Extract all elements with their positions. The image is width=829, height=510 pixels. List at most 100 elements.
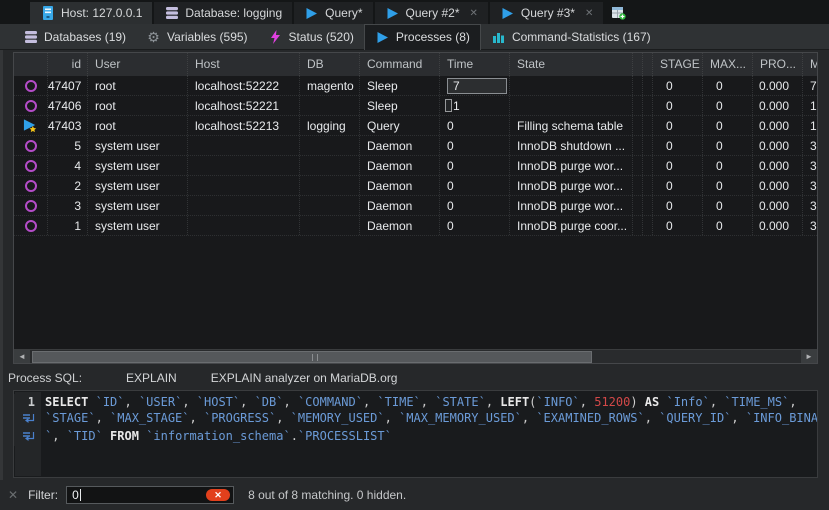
column-header-id[interactable]: id bbox=[48, 53, 88, 76]
cell-stage: 0 bbox=[653, 76, 703, 95]
top-tab-label: Host: 127.0.0.1 bbox=[61, 6, 142, 20]
cell-n2 bbox=[643, 156, 653, 175]
column-header-time[interactable]: Time bbox=[440, 53, 510, 76]
column-header-mem[interactable]: M... bbox=[803, 53, 818, 76]
cell-time: 0 bbox=[440, 156, 510, 175]
cell-max_stage: 0 bbox=[703, 176, 753, 195]
sub-tab[interactable]: Command-Statistics (167) bbox=[481, 24, 661, 50]
cell-db bbox=[300, 216, 360, 235]
table-row[interactable]: 47403rootlocalhost:52213loggingQuery0Fil… bbox=[14, 116, 817, 136]
sql-text[interactable]: SELECT `ID`, `USER`, `HOST`, `DB`, `COMM… bbox=[40, 394, 797, 410]
lightning-icon bbox=[268, 29, 283, 44]
new-query-icon bbox=[611, 6, 626, 21]
cell-command: Daemon bbox=[360, 136, 440, 155]
filter-value: 0 bbox=[72, 488, 79, 502]
table-row[interactable]: 5system userDaemon0InnoDB shutdown ...00… bbox=[14, 136, 817, 156]
cell-time: 0 bbox=[440, 136, 510, 155]
cell-stage: 0 bbox=[653, 196, 703, 215]
cell-n2 bbox=[643, 116, 653, 135]
column-header-n1[interactable] bbox=[633, 53, 643, 76]
scroll-left-arrow[interactable]: ◄ bbox=[14, 350, 30, 363]
cell-max_stage: 0 bbox=[703, 136, 753, 155]
column-header-label: Host bbox=[195, 57, 220, 71]
sub-tab[interactable]: ⚙Variables (595) bbox=[136, 24, 257, 50]
column-header-icon[interactable] bbox=[14, 53, 48, 76]
sub-tab-bar: Databases (19)⚙Variables (595)Status (52… bbox=[0, 24, 829, 50]
close-tab-icon[interactable]: ✕ bbox=[470, 8, 478, 19]
column-header-user[interactable]: User bbox=[88, 53, 188, 76]
top-tab[interactable]: Query* bbox=[294, 2, 372, 24]
sql-panel-toolbar: Process SQL: EXPLAIN EXPLAIN analyzer on… bbox=[0, 366, 829, 390]
cell-user: root bbox=[88, 116, 188, 135]
process-circle-icon bbox=[23, 138, 38, 153]
sub-tab-label: Command-Statistics (167) bbox=[512, 30, 651, 44]
table-row[interactable]: 47406rootlocalhost:52221Sleep1000.0001 bbox=[14, 96, 817, 116]
table-row[interactable]: 4system userDaemon0InnoDB purge wor...00… bbox=[14, 156, 817, 176]
time-cell-editor[interactable]: 7 bbox=[447, 78, 507, 94]
cell-command: Daemon bbox=[360, 216, 440, 235]
sub-tab[interactable]: Status (520) bbox=[258, 24, 364, 50]
top-tab[interactable]: Query #3*✕ bbox=[490, 2, 603, 24]
top-tab[interactable]: Database: logging bbox=[154, 2, 292, 24]
column-header-command[interactable]: Command bbox=[360, 53, 440, 76]
column-header-host[interactable]: Host bbox=[188, 53, 300, 76]
current-process-icon bbox=[23, 118, 38, 133]
sql-text[interactable]: `STAGE`, `MAX_STAGE`, `PROGRESS`, `MEMOR… bbox=[40, 410, 818, 428]
sql-text[interactable]: `, `TID` FROM `information_schema`.`PROC… bbox=[40, 428, 392, 446]
cell-command: Daemon bbox=[360, 156, 440, 175]
cell-db bbox=[300, 156, 360, 175]
cell-n1 bbox=[633, 96, 643, 115]
column-header-stage[interactable]: STAGE bbox=[653, 53, 703, 76]
close-filter-icon[interactable]: ✕ bbox=[0, 488, 28, 502]
new-query-tab-button[interactable] bbox=[605, 2, 632, 24]
table-row[interactable]: 3system userDaemon0InnoDB purge wor...00… bbox=[14, 196, 817, 216]
cell-user: root bbox=[88, 96, 188, 115]
cell-db bbox=[300, 196, 360, 215]
table-row[interactable]: 1system userDaemon0InnoDB purge coor...0… bbox=[14, 216, 817, 236]
cell-id: 4 bbox=[48, 156, 88, 175]
sql-line: 1SELECT `ID`, `USER`, `HOST`, `DB`, `COM… bbox=[14, 394, 817, 410]
column-header-label: STAGE bbox=[660, 57, 700, 71]
scroll-right-arrow[interactable]: ► bbox=[801, 350, 817, 363]
table-row[interactable]: 47407rootlocalhost:52222magentoSleep7000… bbox=[14, 76, 817, 96]
clear-filter-button[interactable]: ✕ bbox=[206, 489, 230, 501]
cell-id: 47407 bbox=[48, 76, 88, 95]
explain-analyzer-link[interactable]: EXPLAIN analyzer on MariaDB.org bbox=[205, 369, 404, 387]
cell-time: 1 bbox=[440, 96, 510, 115]
cell-id: 3 bbox=[48, 196, 88, 215]
cell-user: system user bbox=[88, 156, 188, 175]
cell-id: 47406 bbox=[48, 96, 88, 115]
column-header-db[interactable]: DB bbox=[300, 53, 360, 76]
explain-button[interactable]: EXPLAIN bbox=[120, 369, 183, 387]
top-tab[interactable]: Query #2* ✕ bbox=[375, 2, 488, 24]
cell-icon bbox=[14, 156, 48, 175]
close-tab-icon[interactable]: ✕ bbox=[585, 8, 593, 19]
cell-mem: 3 bbox=[803, 196, 818, 215]
column-header-max_stage[interactable]: MAX... bbox=[703, 53, 753, 76]
cell-id: 1 bbox=[48, 216, 88, 235]
cell-host bbox=[188, 196, 300, 215]
sub-tab[interactable]: Processes (8) bbox=[364, 24, 481, 50]
process-circle-icon bbox=[23, 178, 38, 193]
top-tab[interactable]: Host: 127.0.0.1 bbox=[30, 2, 152, 24]
top-tab-label: Query #2* bbox=[406, 6, 460, 20]
cell-state: InnoDB shutdown ... bbox=[510, 136, 633, 155]
scrollbar-thumb[interactable] bbox=[32, 351, 592, 363]
column-header-label: Time bbox=[447, 57, 473, 71]
column-header-n2[interactable] bbox=[643, 53, 653, 76]
column-header-label: Command bbox=[367, 57, 422, 71]
sub-tab[interactable]: Databases (19) bbox=[13, 24, 136, 50]
filter-input[interactable]: 0 ✕ bbox=[66, 486, 234, 504]
cell-user: system user bbox=[88, 136, 188, 155]
column-header-progress[interactable]: PRO... bbox=[753, 53, 803, 76]
table-row[interactable]: 2system userDaemon0InnoDB purge wor...00… bbox=[14, 176, 817, 196]
cell-max_stage: 0 bbox=[703, 76, 753, 95]
sql-editor[interactable]: 1SELECT `ID`, `USER`, `HOST`, `DB`, `COM… bbox=[13, 390, 818, 478]
horizontal-scrollbar[interactable]: ◄ ► bbox=[14, 349, 817, 363]
process-circle-icon bbox=[23, 78, 38, 93]
filter-label: Filter: bbox=[28, 488, 66, 502]
column-header-state[interactable]: State bbox=[510, 53, 633, 76]
cell-host bbox=[188, 216, 300, 235]
cell-mem: 3 bbox=[803, 136, 818, 155]
line-number: 1 bbox=[14, 394, 40, 410]
